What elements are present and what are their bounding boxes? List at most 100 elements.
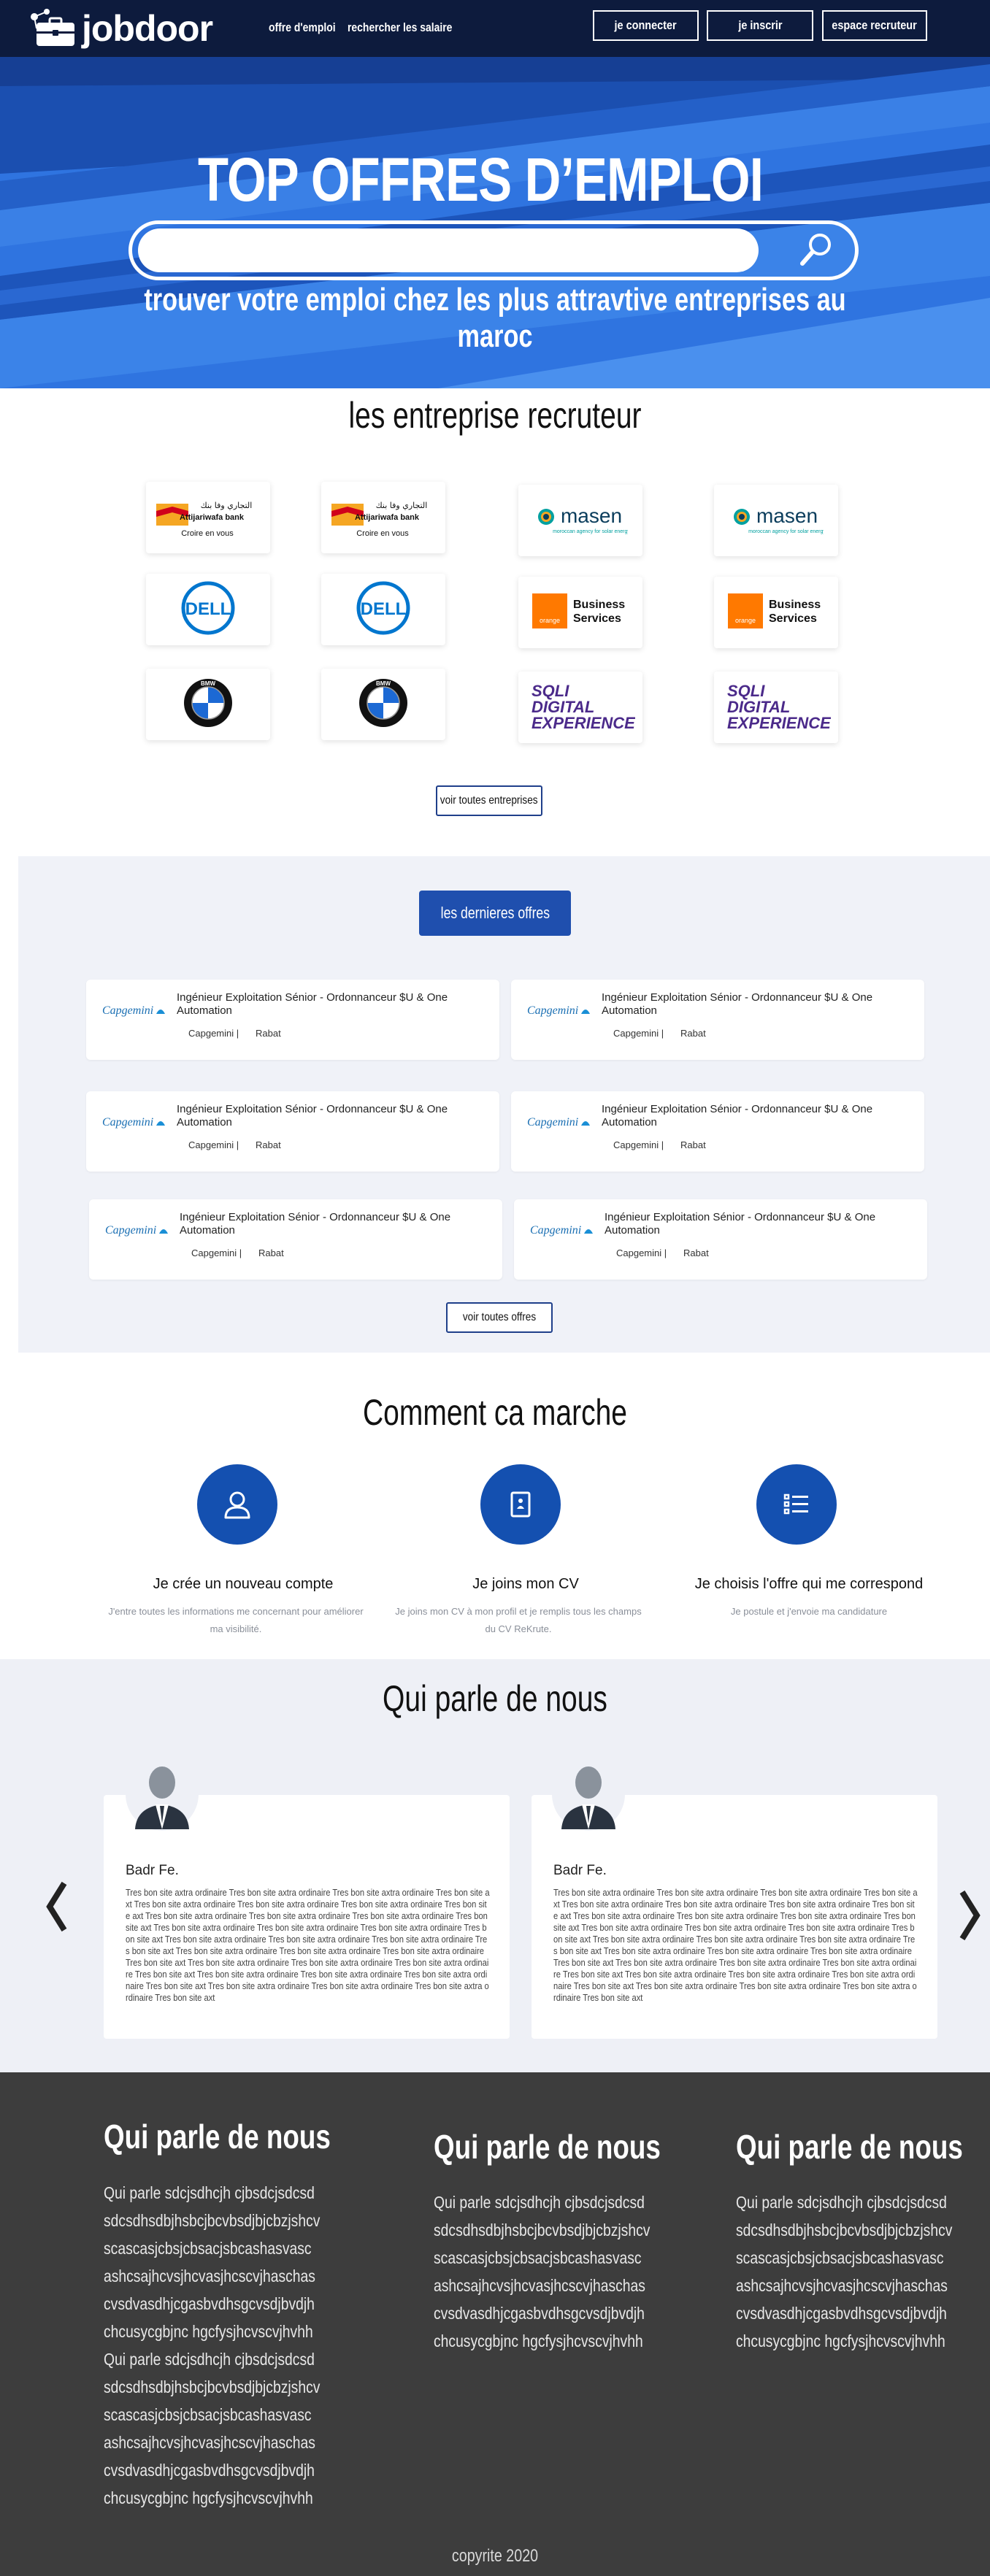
svg-text:EXPERIENCE: EXPERIENCE: [532, 714, 635, 731]
svg-text:التجاري وفا بنك: التجاري وفا بنك: [376, 501, 428, 510]
carousel-prev-button[interactable]: [42, 1877, 72, 1936]
footer-column-line: chcusycgbjnc hgcfysjhcvscvjhvhh: [434, 2331, 643, 2350]
spade-icon: [156, 1010, 166, 1014]
offer-card[interactable]: Capgemini Ingénieur Exploitation Sénior …: [89, 1199, 502, 1280]
svg-text:EXPERIENCE: EXPERIENCE: [727, 714, 831, 731]
offer-card[interactable]: Capgemini Ingénieur Exploitation Sénior …: [511, 980, 924, 1060]
svg-text:BMW: BMW: [201, 680, 215, 687]
company-logo-card[interactable]: التجاري وفا بنك Attijariwafa bank Croire…: [321, 482, 445, 553]
offer-card[interactable]: Capgemini Ingénieur Exploitation Sénior …: [86, 1091, 499, 1172]
company-logo-card[interactable]: DELL: [321, 574, 445, 645]
offer-title: Ingénieur Exploitation Sénior - Ordonnan…: [180, 1211, 451, 1237]
avatar: [126, 1758, 199, 1831]
nav-salary-search[interactable]: rechercher les salaire: [348, 20, 452, 35]
attijariwafa-logo: التجاري وفا بنك Attijariwafa bank Croire…: [329, 492, 438, 544]
company-logo-card[interactable]: DELL: [146, 574, 270, 645]
bmw-logo: BMW: [358, 677, 409, 732]
offer-card[interactable]: Capgemini Ingénieur Exploitation Sénior …: [86, 980, 499, 1060]
offer-city: Rabat: [258, 1247, 284, 1258]
company-logo-card[interactable]: SQLI DIGITAL EXPERIENCE: [714, 672, 838, 743]
dell-logo: DELL: [179, 579, 237, 641]
search-button[interactable]: [798, 231, 834, 268]
spade-icon: [156, 1121, 166, 1126]
register-button[interactable]: je inscrir: [707, 10, 813, 41]
svg-text:DELL: DELL: [185, 599, 231, 619]
person-avatar-icon: [561, 1766, 615, 1829]
company-logo-card[interactable]: masen moroccan agency for solar energy: [714, 485, 838, 556]
svg-text:Croire en vous: Croire en vous: [181, 529, 234, 538]
capgemini-logo: Capgemini: [105, 1224, 169, 1237]
footer-column-line: cvsdvasdhjcgasbvdhsgcvsdjbvdjh: [434, 2304, 645, 2323]
chevron-left-icon: [46, 1881, 67, 1932]
offer-company: Capgemini |: [188, 1028, 239, 1039]
orange-logo: orange Business Services: [529, 589, 632, 637]
company-logo-card[interactable]: orange Business Services: [518, 577, 642, 648]
brand-logo[interactable]: jobdoor: [28, 7, 213, 50]
footer-column-line: scascasjcbsjcbsacjsbcashasvasc: [736, 2248, 944, 2267]
footer-column-line: ashcsajhcvsjhcvasjhcscvjhaschas: [736, 2276, 948, 2295]
offer-title: Ingénieur Exploitation Sénior - Ordonnan…: [177, 1103, 448, 1129]
offer-city: Rabat: [256, 1139, 281, 1150]
step-3-title: Je choisis l'offre qui me correspond: [694, 1576, 924, 1592]
footer-column-line: ashcsajhcvsjhcvasjhcscvjhaschas: [104, 2433, 315, 2452]
footer-column-title: Qui parle de nous: [104, 2118, 331, 2156]
step-3-circle: [756, 1464, 837, 1545]
svg-text:moroccan agency for solar ener: moroccan agency for solar energy: [748, 529, 824, 534]
company-logo-card[interactable]: masen moroccan agency for solar energy: [518, 485, 642, 556]
copyright: copyrite 2020: [451, 2546, 539, 2566]
nav-job-offers[interactable]: offre d'emploi: [269, 20, 336, 35]
footer-column-line: ashcsajhcvsjhcvasjhcscvjhaschas: [104, 2267, 315, 2285]
see-all-companies-button[interactable]: voir toutes entreprises: [436, 785, 542, 816]
offer-card[interactable]: Capgemini Ingénieur Exploitation Sénior …: [514, 1199, 927, 1280]
footer-column-line: Qui parle sdcjsdhcjh cjbsdcjsdcsd: [104, 2350, 315, 2369]
search-icon: [800, 234, 831, 266]
footer-column-line: cvsdvasdhjcgasbvdhsgcvsdjbvdjh: [736, 2304, 947, 2323]
step-1-title: Je crée un nouveau compte: [153, 1576, 334, 1592]
svg-text:orange: orange: [735, 617, 756, 624]
recruiter-space-button[interactable]: espace recruteur: [822, 10, 927, 41]
offer-title: Ingénieur Exploitation Sénior - Ordonnan…: [605, 1211, 876, 1237]
footer-column-line: chcusycgbjnc hgcfysjhcvscvjhvhh: [104, 2322, 313, 2341]
footer-column-line: Qui parle sdcjsdhcjh cjbsdcjsdcsd: [434, 2193, 645, 2212]
offer-logo-text: Capgemini: [530, 1224, 582, 1237]
svg-text:Services: Services: [573, 612, 621, 625]
recruiter-space-label: espace recruteur: [832, 18, 918, 32]
companies-title: les entreprise recruteur: [348, 395, 642, 436]
see-all-companies-label: voir toutes entreprises: [440, 794, 538, 807]
spade-icon: [581, 1121, 591, 1126]
chevron-right-icon: [959, 1890, 981, 1941]
offer-card[interactable]: Capgemini Ingénieur Exploitation Sénior …: [511, 1091, 924, 1172]
footer-column-line: scascasjcbsjcbsacjsbcashasvasc: [104, 2239, 312, 2258]
how-it-works-title: Comment ca marche: [363, 1392, 627, 1433]
login-button[interactable]: je connecter: [593, 10, 699, 41]
offer-title: Ingénieur Exploitation Sénior - Ordonnan…: [602, 991, 873, 1017]
avatar: [552, 1758, 625, 1831]
company-logo-card[interactable]: orange Business Services: [714, 577, 838, 648]
job-search-input[interactable]: [138, 228, 759, 272]
footer-column-title: Qui parle de nous: [434, 2128, 661, 2166]
footer-column-line: scascasjcbsjcbsacjsbcashasvasc: [104, 2405, 312, 2424]
offer-logo-text: Capgemini: [102, 1116, 154, 1129]
attijariwafa-logo: التجاري وفا بنك Attijariwafa bank Croire…: [153, 492, 263, 544]
svg-text:Croire en vous: Croire en vous: [356, 529, 409, 538]
offer-company: Capgemini |: [613, 1028, 664, 1039]
carousel-next-button[interactable]: [955, 1886, 984, 1945]
latest-offers-label: les dernieres offres: [440, 904, 550, 922]
see-all-offers-button[interactable]: voir toutes offres: [446, 1302, 553, 1333]
svg-text:Attijariwafa bank: Attijariwafa bank: [180, 513, 245, 522]
offer-logo-text: Capgemini: [527, 1116, 579, 1129]
testimonials-title: Qui parle de nous: [383, 1678, 607, 1719]
svg-text:moroccan agency for solar ener: moroccan agency for solar energy: [553, 529, 628, 534]
capgemini-logo: Capgemini: [527, 1004, 591, 1018]
page: jobdoor offre d'emploi rechercher les sa…: [0, 0, 990, 2576]
svg-text:Business: Business: [573, 599, 625, 611]
offer-title: Ingénieur Exploitation Sénior - Ordonnan…: [602, 1103, 873, 1129]
svg-text:Business: Business: [769, 599, 821, 611]
company-logo-card[interactable]: BMW: [321, 669, 445, 740]
briefcase-network-icon: [28, 8, 79, 49]
company-logo-card[interactable]: SQLI DIGITAL EXPERIENCE: [518, 672, 642, 743]
company-logo-card[interactable]: التجاري وفا بنك Attijariwafa bank Croire…: [146, 482, 270, 553]
company-logo-card[interactable]: BMW: [146, 669, 270, 740]
svg-text:masen: masen: [756, 504, 818, 527]
latest-offers-button[interactable]: les dernieres offres: [419, 891, 571, 936]
